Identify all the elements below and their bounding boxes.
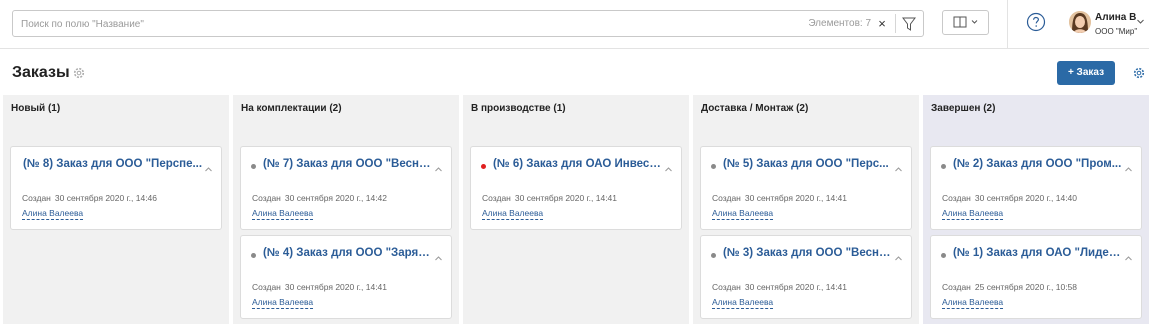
chevron-down-icon bbox=[971, 20, 978, 24]
author-link[interactable]: Алина Валеева bbox=[712, 297, 774, 309]
column-header: В производстве (1) bbox=[471, 103, 566, 114]
created-info: Создан 25 сентября 2020 г., 10:58 bbox=[942, 282, 1077, 292]
chevron-up-icon[interactable] bbox=[894, 161, 903, 172]
chevron-up-icon[interactable] bbox=[434, 250, 443, 261]
top-bar: Элементов: 7 × Алина В bbox=[0, 0, 1149, 49]
status-dot bbox=[711, 253, 716, 258]
order-title[interactable]: (№ 5) Заказ для ООО "Перс... bbox=[723, 158, 893, 170]
clear-search-button[interactable]: × bbox=[875, 15, 889, 33]
author-link[interactable]: Алина Валеева bbox=[252, 208, 314, 220]
order-card[interactable]: (№ 5) Заказ для ООО "Перс... Создан 30 се… bbox=[700, 146, 912, 230]
created-date: 30 сентября 2020 г., 14:40 bbox=[974, 193, 1078, 203]
created-label: Создан bbox=[252, 282, 281, 292]
search-input[interactable] bbox=[21, 16, 721, 32]
created-info: Создан 30 сентября 2020 г., 14:41 bbox=[712, 282, 847, 292]
board-column-production: В производстве (1) (№ 6) Заказ для ОАО И… bbox=[463, 95, 689, 324]
order-card[interactable]: (№ 8) Заказ для ООО "Перспе... Создан 30 … bbox=[10, 146, 222, 230]
user-name[interactable]: Алина В bbox=[1095, 12, 1136, 23]
created-date: 30 сентября 2020 г., 14:41 bbox=[514, 193, 618, 203]
chevron-up-icon[interactable] bbox=[664, 161, 673, 172]
order-title[interactable]: (№ 1) Заказ для ОАО "Лидер... bbox=[953, 247, 1123, 259]
chevron-up-icon[interactable] bbox=[1124, 161, 1133, 172]
board-column-delivery: Доставка / Монтаж (2) (№ 5) Заказ для ОО… bbox=[693, 95, 919, 324]
created-label: Создан bbox=[482, 193, 511, 203]
created-date: 30 сентября 2020 г., 14:41 bbox=[744, 193, 848, 203]
search-divider bbox=[895, 14, 896, 33]
user-organization: ООО "Мир" bbox=[1095, 27, 1138, 36]
order-title[interactable]: (№ 7) Заказ для ООО "Весна"... bbox=[263, 158, 433, 170]
created-info: Создан 30 сентября 2020 г., 14:41 bbox=[482, 193, 617, 203]
created-label: Создан bbox=[712, 282, 741, 292]
author-link[interactable]: Алина Валеева bbox=[252, 297, 314, 309]
gear-icon[interactable] bbox=[1132, 66, 1146, 80]
chevron-up-icon[interactable] bbox=[434, 161, 443, 172]
created-date: 30 сентября 2020 г., 14:41 bbox=[284, 282, 388, 292]
order-card[interactable]: (№ 6) Заказ для ОАО Инвест... Создан 30 с… bbox=[470, 146, 682, 230]
order-card[interactable]: (№ 2) Заказ для ООО "Пром... Создан 30 се… bbox=[930, 146, 1142, 230]
created-label: Создан bbox=[252, 193, 281, 203]
author-link[interactable]: Алина Валеева bbox=[712, 208, 774, 220]
created-label: Создан bbox=[712, 193, 741, 203]
status-dot bbox=[481, 164, 486, 169]
column-header: Завершен (2) bbox=[931, 103, 996, 114]
chevron-up-icon[interactable] bbox=[894, 250, 903, 261]
columns-layout-icon bbox=[953, 16, 967, 28]
chevron-down-icon[interactable] bbox=[1136, 13, 1145, 24]
column-header: Новый (1) bbox=[11, 103, 61, 114]
created-label: Создан bbox=[942, 282, 971, 292]
status-dot bbox=[941, 164, 946, 169]
avatar[interactable] bbox=[1069, 11, 1091, 33]
board-column-picking: На комплектации (2) (№ 7) Заказ для ООО … bbox=[233, 95, 459, 324]
gear-icon[interactable] bbox=[72, 66, 86, 80]
chevron-up-icon[interactable] bbox=[1124, 250, 1133, 261]
status-dot bbox=[251, 164, 256, 169]
created-label: Создан bbox=[22, 193, 51, 203]
search-box: Элементов: 7 × bbox=[12, 10, 924, 37]
order-card[interactable]: (№ 7) Заказ для ООО "Весна"... Создан 30 … bbox=[240, 146, 452, 230]
chevron-up-icon[interactable] bbox=[204, 161, 213, 172]
header-divider bbox=[1007, 0, 1008, 49]
author-link[interactable]: Алина Валеева bbox=[942, 297, 1004, 309]
author-link[interactable]: Алина Валеева bbox=[22, 208, 84, 220]
created-date: 30 сентября 2020 г., 14:42 bbox=[284, 193, 388, 203]
board-column-completed: Завершен (2) (№ 2) Заказ для ООО "Пром..… bbox=[923, 95, 1149, 324]
created-date: 30 сентября 2020 г., 14:46 bbox=[54, 193, 158, 203]
order-card[interactable]: (№ 3) Заказ для ООО "Весна... Создан 30 с… bbox=[700, 235, 912, 319]
order-title[interactable]: (№ 6) Заказ для ОАО Инвест... bbox=[493, 158, 663, 170]
created-date: 25 сентября 2020 г., 10:58 bbox=[974, 282, 1078, 292]
filter-icon[interactable] bbox=[901, 15, 917, 33]
column-header: Доставка / Монтаж (2) bbox=[701, 103, 809, 114]
order-card[interactable]: (№ 4) Заказ для ООО "Заря"... Создан 30 с… bbox=[240, 235, 452, 319]
author-link[interactable]: Алина Валеева bbox=[942, 208, 1004, 220]
column-header: На комплектации (2) bbox=[241, 103, 342, 114]
created-info: Создан 30 сентября 2020 г., 14:46 bbox=[22, 193, 157, 203]
add-order-button[interactable]: + Заказ bbox=[1057, 61, 1115, 85]
created-label: Создан bbox=[942, 193, 971, 203]
created-info: Создан 30 сентября 2020 г., 14:41 bbox=[712, 193, 847, 203]
order-title[interactable]: (№ 8) Заказ для ООО "Перспе... bbox=[23, 158, 203, 170]
page-title: Заказы bbox=[12, 64, 70, 81]
created-info: Создан 30 сентября 2020 г., 14:42 bbox=[252, 193, 387, 203]
board-column-new: Новый (1) (№ 8) Заказ для ООО "Перспе...… bbox=[3, 95, 229, 324]
author-link[interactable]: Алина Валеева bbox=[482, 208, 544, 220]
status-dot bbox=[941, 253, 946, 258]
created-info: Создан 30 сентября 2020 г., 14:40 bbox=[942, 193, 1077, 203]
status-dot bbox=[711, 164, 716, 169]
created-date: 30 сентября 2020 г., 14:41 bbox=[744, 282, 848, 292]
status-dot bbox=[251, 253, 256, 258]
elements-count: Элементов: 7 bbox=[808, 18, 871, 29]
columns-view-button[interactable] bbox=[942, 10, 989, 35]
order-title[interactable]: (№ 3) Заказ для ООО "Весна... bbox=[723, 247, 893, 259]
created-info: Создан 30 сентября 2020 г., 14:41 bbox=[252, 282, 387, 292]
order-title[interactable]: (№ 2) Заказ для ООО "Пром... bbox=[953, 158, 1123, 170]
order-title[interactable]: (№ 4) Заказ для ООО "Заря"... bbox=[263, 247, 433, 259]
order-card[interactable]: (№ 1) Заказ для ОАО "Лидер... Создан 25 с… bbox=[930, 235, 1142, 319]
help-circle-icon[interactable] bbox=[1026, 12, 1046, 32]
